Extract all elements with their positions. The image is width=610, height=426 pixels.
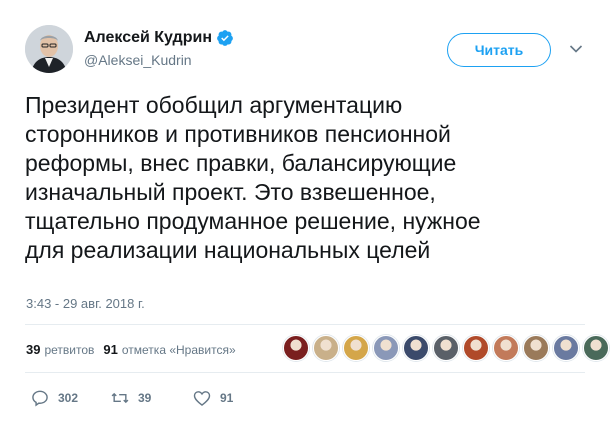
liker-avatar[interactable] <box>343 335 369 361</box>
avatar-portrait <box>25 25 73 73</box>
verified-badge-icon <box>217 30 233 46</box>
retweets-label[interactable]: ретвитов <box>44 343 94 357</box>
action-bar: 302 39 91 <box>30 388 233 408</box>
liker-avatar[interactable] <box>373 335 399 361</box>
retweet-button[interactable]: 39 <box>110 388 192 408</box>
heart-icon <box>193 391 211 406</box>
timestamp[interactable]: 3:43 - 29 авг. 2018 г. <box>26 296 145 311</box>
tweet-text: Президент обобщил аргументацию сторонник… <box>25 92 481 263</box>
retweets-count[interactable]: 39 <box>26 342 40 357</box>
divider <box>25 372 585 373</box>
reply-count: 302 <box>58 391 79 405</box>
likes-label[interactable]: отметка «Нравится» <box>122 343 236 357</box>
like-count: 91 <box>220 391 234 405</box>
retweet-count: 39 <box>138 391 152 405</box>
liker-avatar[interactable] <box>583 335 609 361</box>
reply-icon <box>32 390 48 407</box>
liker-avatar[interactable] <box>433 335 459 361</box>
divider <box>25 324 585 325</box>
display-name[interactable]: Алексей Кудрин <box>84 29 212 47</box>
handle[interactable]: @Aleksei_Kudrin <box>84 52 234 68</box>
liker-avatar[interactable] <box>463 335 489 361</box>
like-button[interactable]: 91 <box>192 388 233 408</box>
engagement-stats: 39 ретвитов 91 отметка «Нравится» <box>26 342 236 357</box>
liker-avatar[interactable] <box>313 335 339 361</box>
avatar[interactable] <box>25 25 73 73</box>
liker-avatar[interactable] <box>403 335 429 361</box>
liker-avatars <box>283 335 610 361</box>
likes-count[interactable]: 91 <box>103 342 117 357</box>
liker-avatar[interactable] <box>553 335 579 361</box>
author-info: Алексей Кудрин @Aleksei_Kudrin <box>84 27 234 68</box>
liker-avatar[interactable] <box>493 335 519 361</box>
reply-button[interactable]: 302 <box>30 388 110 408</box>
chevron-down-icon[interactable] <box>569 44 583 54</box>
liker-avatar[interactable] <box>523 335 549 361</box>
follow-button[interactable]: Читать <box>447 33 551 67</box>
retweet-icon <box>111 392 129 404</box>
liker-avatar[interactable] <box>283 335 309 361</box>
